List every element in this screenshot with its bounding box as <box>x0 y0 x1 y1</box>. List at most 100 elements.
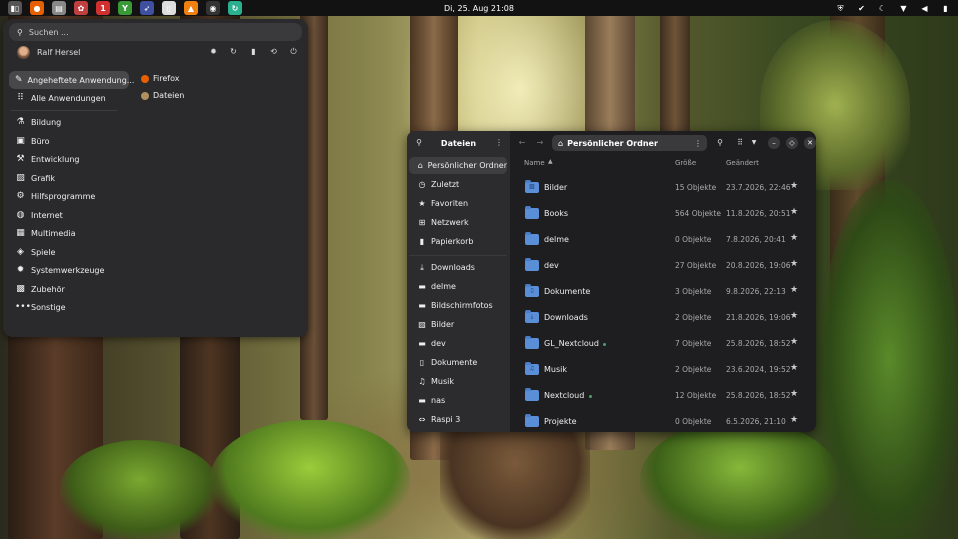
sync-app-icon[interactable]: ↻ <box>228 1 242 15</box>
path-menu-icon[interactable]: ⋮ <box>694 139 702 148</box>
column-size[interactable]: Größe <box>675 159 696 167</box>
file-modified: 23.6.2024, 19:52 <box>726 365 791 374</box>
settings-icon[interactable]: ✹ <box>209 47 218 56</box>
star-icon[interactable]: ★ <box>790 259 798 269</box>
file-row[interactable]: dev 27 Objekte 20.8.2026, 19:06 ★ <box>510 253 816 279</box>
search-folder-icon[interactable]: ⚲ <box>714 137 726 149</box>
sidebar-item[interactable]: ★ Favoriten <box>409 195 507 212</box>
search-field[interactable]: ⚲ Suchen ... <box>9 23 302 41</box>
switch-user-icon[interactable]: ⟲ <box>269 47 278 56</box>
back-icon[interactable]: ← <box>516 137 528 149</box>
path-bar[interactable]: ⌂ Persönlicher Ordner ⋮ <box>552 135 707 151</box>
rocket-app-icon[interactable]: ➶ <box>140 1 154 15</box>
user-name: Ralf Hersel <box>37 48 81 57</box>
vlc-app-icon[interactable]: ▲ <box>184 1 198 15</box>
volume-icon[interactable]: ◀ <box>920 4 929 13</box>
minimize-button[interactable]: – <box>768 137 780 149</box>
star-icon[interactable]: ★ <box>790 389 798 399</box>
column-modified[interactable]: Geändert <box>726 159 759 167</box>
chevron-down-icon[interactable]: ▼ <box>748 137 760 149</box>
sidebar-item[interactable]: ⊞ Netzwerk <box>409 214 507 231</box>
document-app-icon[interactable]: ▯ <box>162 1 176 15</box>
star-icon[interactable]: ★ <box>790 207 798 217</box>
sidebar-bookmark[interactable]: ▨ Bilder <box>409 316 507 333</box>
file-row[interactable]: ♫ Musik 2 Objekte 23.6.2024, 19:52 ★ <box>510 357 816 383</box>
file-row[interactable]: ⤓ Downloads 2 Objekte 21.8.2026, 19:06 ★ <box>510 305 816 331</box>
music-icon: ♫ <box>418 377 426 386</box>
forward-icon[interactable]: → <box>534 137 546 149</box>
file-row[interactable]: ▨ Bilder 15 Objekte 23.7.2026, 22:46 ★ <box>510 175 816 201</box>
disk-app-icon[interactable]: ◉ <box>206 1 220 15</box>
pin-icon: ✎ <box>15 74 23 85</box>
star-icon[interactable]: ★ <box>790 311 798 321</box>
sidebar-bookmark[interactable]: ▬ nas <box>409 392 507 409</box>
category-item[interactable]: ⚙ Hilfsprogramme <box>9 187 129 205</box>
sidebar-item[interactable]: ▮ Papierkorb <box>409 233 507 250</box>
workspaces-icon[interactable]: ▮▯ <box>8 1 22 15</box>
sidebar-item[interactable]: ◷ Zuletzt <box>409 176 507 193</box>
category-item[interactable]: ✎ Angeheftete Anwendung... <box>9 71 134 89</box>
star-icon[interactable]: ★ <box>790 285 798 295</box>
category-item[interactable]: ⚒ Entwicklung <box>9 150 129 168</box>
pinned-app[interactable]: Dateien <box>141 91 184 100</box>
vpn-app-icon[interactable]: Y <box>118 1 132 15</box>
firefox-icon[interactable]: ● <box>30 1 44 15</box>
wifi-icon[interactable]: ▼ <box>899 4 908 13</box>
bookmark-app-icon[interactable]: 1 <box>96 1 110 15</box>
grid-view-icon[interactable]: ⠿ <box>734 137 746 149</box>
sidebar-bookmark[interactable]: ⤓ Downloads <box>409 259 507 276</box>
moon-icon[interactable]: ☾ <box>878 4 887 13</box>
category-item[interactable]: ▣ Büro <box>9 132 129 150</box>
sidebar-bookmark[interactable]: ▬ Bildschirmfotos <box>409 297 507 314</box>
lock-icon[interactable]: ▮ <box>249 47 258 56</box>
folder-emblem-icon: ♫ <box>529 365 535 372</box>
file-row[interactable]: Projekte 0 Objekte 6.5.2026, 21:10 ★ <box>510 409 816 432</box>
sidebar-bookmark[interactable]: ⇔ Raspi 3 <box>409 411 507 428</box>
menu-icon[interactable]: ⋮ <box>493 137 505 149</box>
file-row[interactable]: Nextcloud 12 Objekte 25.8.2026, 18:52 ★ <box>510 383 816 409</box>
sidebar-item[interactable]: ⌂ Persönlicher Ordner <box>409 157 507 174</box>
star-icon[interactable]: ★ <box>790 363 798 373</box>
sidebar-bookmark[interactable]: ▬ delme <box>409 278 507 295</box>
check-circle-icon[interactable]: ✔ <box>857 4 866 13</box>
category-item[interactable]: ▩ Zubehör <box>9 280 129 298</box>
category-item[interactable]: ▨ Grafik <box>9 169 129 187</box>
category-label: Internet <box>31 210 63 220</box>
file-row[interactable]: delme 0 Objekte 7.8.2026, 20:41 ★ <box>510 227 816 253</box>
category-item[interactable]: ⠿ Alle Anwendungen <box>9 89 129 107</box>
star-icon[interactable]: ★ <box>790 233 798 243</box>
category-item[interactable]: ⚗ Bildung <box>9 113 129 131</box>
settings-app-icon[interactable]: ✿ <box>74 1 88 15</box>
category-item[interactable]: ✹ Systemwerkzeuge <box>9 261 129 279</box>
files-icon[interactable]: ▤ <box>52 1 66 15</box>
file-row[interactable]: GL_Nextcloud 7 Objekte 25.8.2026, 18:52 ★ <box>510 331 816 357</box>
close-button[interactable]: ✕ <box>804 137 816 149</box>
sidebar-bookmark[interactable]: ▯ Dokumente <box>409 354 507 371</box>
app-label: Dateien <box>153 91 185 100</box>
category-item[interactable]: ◍ Internet <box>9 206 129 224</box>
category-item[interactable]: ◈ Spiele <box>9 243 129 261</box>
restart-icon[interactable]: ↻ <box>229 47 238 56</box>
battery-icon[interactable]: ▮ <box>941 4 950 13</box>
power-icon[interactable]: ⏻ <box>289 47 298 56</box>
star-icon[interactable]: ★ <box>790 181 798 191</box>
file-name: Projekte <box>544 417 577 426</box>
file-size: 2 Objekte <box>675 365 712 374</box>
files-content: ← → ⌂ Persönlicher Ordner ⋮ ⚲ ⠿ ▼ – ◇ ✕ … <box>510 131 816 432</box>
pinned-app[interactable]: Firefox <box>141 74 179 83</box>
category-item[interactable]: ••• Sonstige <box>9 298 129 316</box>
shield-icon[interactable]: ⛨ <box>836 4 845 13</box>
search-input[interactable]: Suchen ... <box>29 28 69 37</box>
sidebar-bookmark[interactable]: ▬ dev <box>409 335 507 352</box>
category-item[interactable]: ▦ Multimedia <box>9 224 129 242</box>
file-row[interactable]: Books 564 Objekte 11.8.2026, 20:51 ★ <box>510 201 816 227</box>
status-area[interactable]: ⛨ ✔ ☾ ▼ ◀ ▮ <box>836 0 950 16</box>
column-name[interactable]: Name <box>524 159 545 167</box>
folder-icon: ⤓ <box>525 310 539 323</box>
maximize-button[interactable]: ◇ <box>786 137 798 149</box>
user-button[interactable]: Ralf Hersel <box>17 46 80 59</box>
star-icon[interactable]: ★ <box>790 415 798 425</box>
star-icon[interactable]: ★ <box>790 337 798 347</box>
sidebar-bookmark[interactable]: ♫ Musik <box>409 373 507 390</box>
file-row[interactable]: ▯ Dokumente 3 Objekte 9.8.2026, 22:13 ★ <box>510 279 816 305</box>
